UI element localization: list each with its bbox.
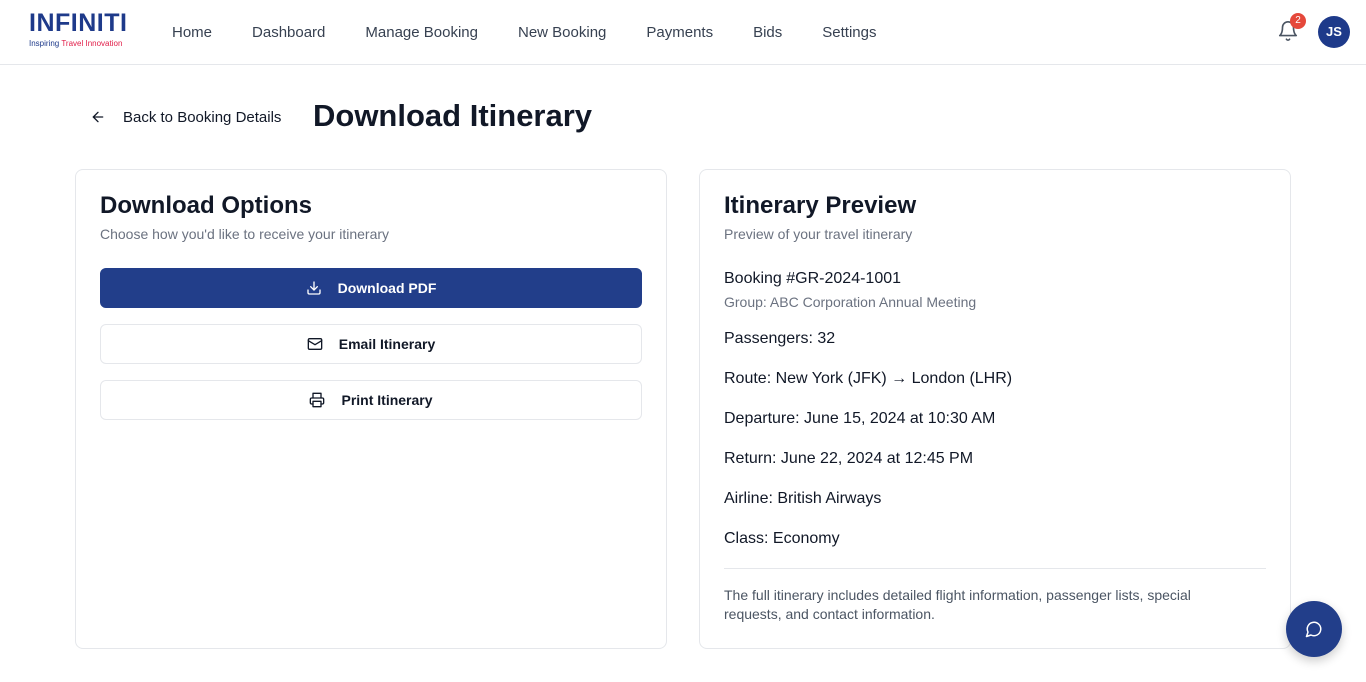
nav-home[interactable]: Home (172, 24, 212, 41)
logo-tagline-accent: Travel Innovation (61, 39, 123, 48)
chat-button[interactable] (1286, 601, 1342, 657)
download-options-card: Download Options Choose how you'd like t… (75, 169, 667, 649)
logo-tagline-prefix: Inspiring (29, 39, 62, 48)
nav-new-booking[interactable]: New Booking (518, 24, 606, 41)
download-pdf-button[interactable]: Download PDF (100, 268, 642, 308)
download-icon (306, 281, 321, 295)
departure: Departure: June 15, 2024 at 10:30 AM (724, 410, 996, 427)
back-link-label: Back to Booking Details (123, 108, 282, 126)
email-itinerary-label: Email Itinerary (338, 336, 436, 352)
preview-divider (724, 568, 1266, 569)
booking-number: Booking #GR-2024-1001 (724, 270, 902, 287)
download-options-title: Download Options (100, 192, 312, 219)
logo-tagline: Inspiring Travel Innovation (29, 39, 139, 48)
infiniti-logo[interactable]: INFINITI Inspiring Travel Innovation (29, 10, 139, 52)
user-avatar[interactable]: JS (1318, 16, 1350, 48)
nav-settings[interactable]: Settings (822, 24, 876, 41)
itinerary-note: The full itinerary includes detailed fli… (724, 587, 1191, 622)
nav-manage-booking[interactable]: Manage Booking (365, 24, 478, 41)
nav-dashboard[interactable]: Dashboard (252, 24, 325, 41)
mail-icon (307, 338, 323, 350)
itinerary-preview-title: Itinerary Preview (724, 192, 917, 219)
top-navigation-bar: INFINITI Inspiring Travel Innovation Hom… (0, 0, 1366, 65)
chat-icon (1305, 621, 1322, 638)
download-options-subtitle: Choose how you'd like to receive your it… (100, 226, 390, 242)
airline: Airline: British Airways (724, 490, 882, 507)
itinerary-preview-card: Itinerary Preview Preview of your travel… (699, 169, 1291, 649)
email-itinerary-button[interactable]: Email Itinerary (100, 324, 642, 364)
group-name: Group: ABC Corporation Annual Meeting (724, 294, 977, 310)
main-nav: Home Dashboard Manage Booking New Bookin… (172, 0, 916, 64)
nav-bids[interactable]: Bids (753, 24, 782, 41)
logo-wordmark: INFINITI (29, 9, 128, 37)
itinerary-preview-subtitle: Preview of your travel itinerary (724, 226, 913, 242)
nav-payments[interactable]: Payments (646, 24, 713, 41)
travel-class: Class: Economy (724, 530, 840, 547)
return: Return: June 22, 2024 at 12:45 PM (724, 450, 974, 467)
download-pdf-label: Download PDF (337, 280, 437, 296)
route: Route: New York (JFK) → London (LHR) (724, 370, 1013, 387)
printer-icon (310, 392, 325, 408)
print-itinerary-label: Print Itinerary (341, 392, 433, 408)
back-to-booking-details-link[interactable]: Back to Booking Details (90, 106, 281, 128)
page-title: Download Itinerary (313, 98, 593, 133)
passenger-count: Passengers: 32 (724, 330, 836, 347)
print-itinerary-button[interactable]: Print Itinerary (100, 380, 642, 420)
arrow-left-icon (92, 111, 104, 123)
notification-count-badge: 2 (1290, 13, 1306, 29)
